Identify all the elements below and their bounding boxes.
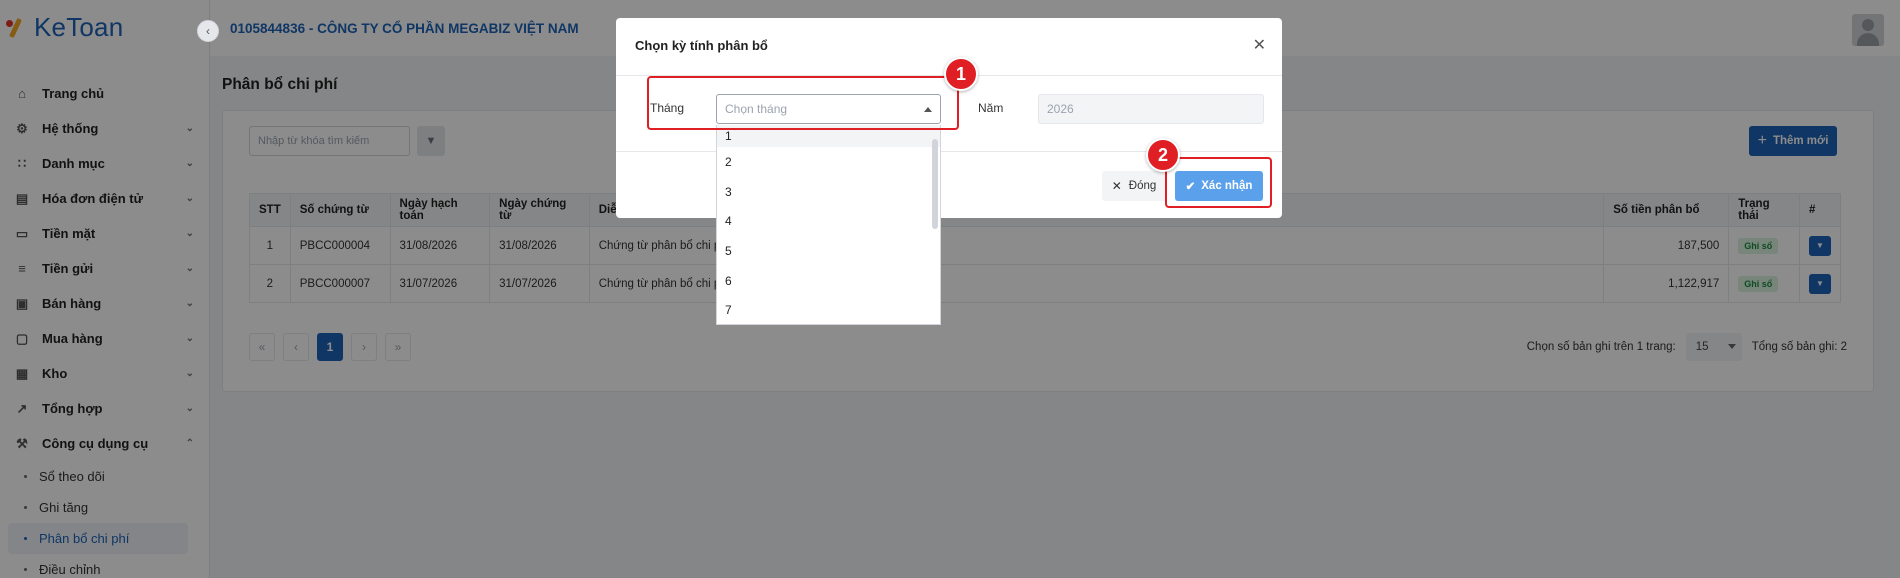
dropdown-scrollbar[interactable] — [932, 139, 938, 229]
annotation-badge-1: 1 — [944, 57, 978, 91]
modal-title: Chọn kỳ tính phân bổ — [635, 38, 768, 53]
close-icon[interactable]: ✕ — [1253, 35, 1266, 55]
month-option[interactable]: 3 — [717, 177, 940, 207]
month-option[interactable]: 7 — [717, 295, 940, 324]
month-option[interactable]: 2 — [717, 147, 940, 177]
year-field: 2026 — [1038, 94, 1264, 124]
annotation-box-2 — [1165, 157, 1272, 208]
chevron-left-icon: ‹ — [206, 24, 210, 38]
close-button[interactable]: ✕ Đóng — [1102, 171, 1166, 201]
year-label: Năm — [978, 101, 1004, 115]
close-button-label: Đóng — [1128, 180, 1157, 192]
sidebar-collapse-button[interactable]: ‹ — [197, 20, 219, 42]
month-option[interactable]: 4 — [717, 206, 940, 236]
annotation-box-1 — [647, 76, 959, 130]
month-dropdown-list: 1234567 — [716, 125, 941, 325]
month-option[interactable]: 6 — [717, 266, 940, 296]
annotation-badge-2: 2 — [1146, 138, 1180, 172]
month-option[interactable]: 5 — [717, 236, 940, 266]
close-icon: ✕ — [1111, 179, 1122, 193]
